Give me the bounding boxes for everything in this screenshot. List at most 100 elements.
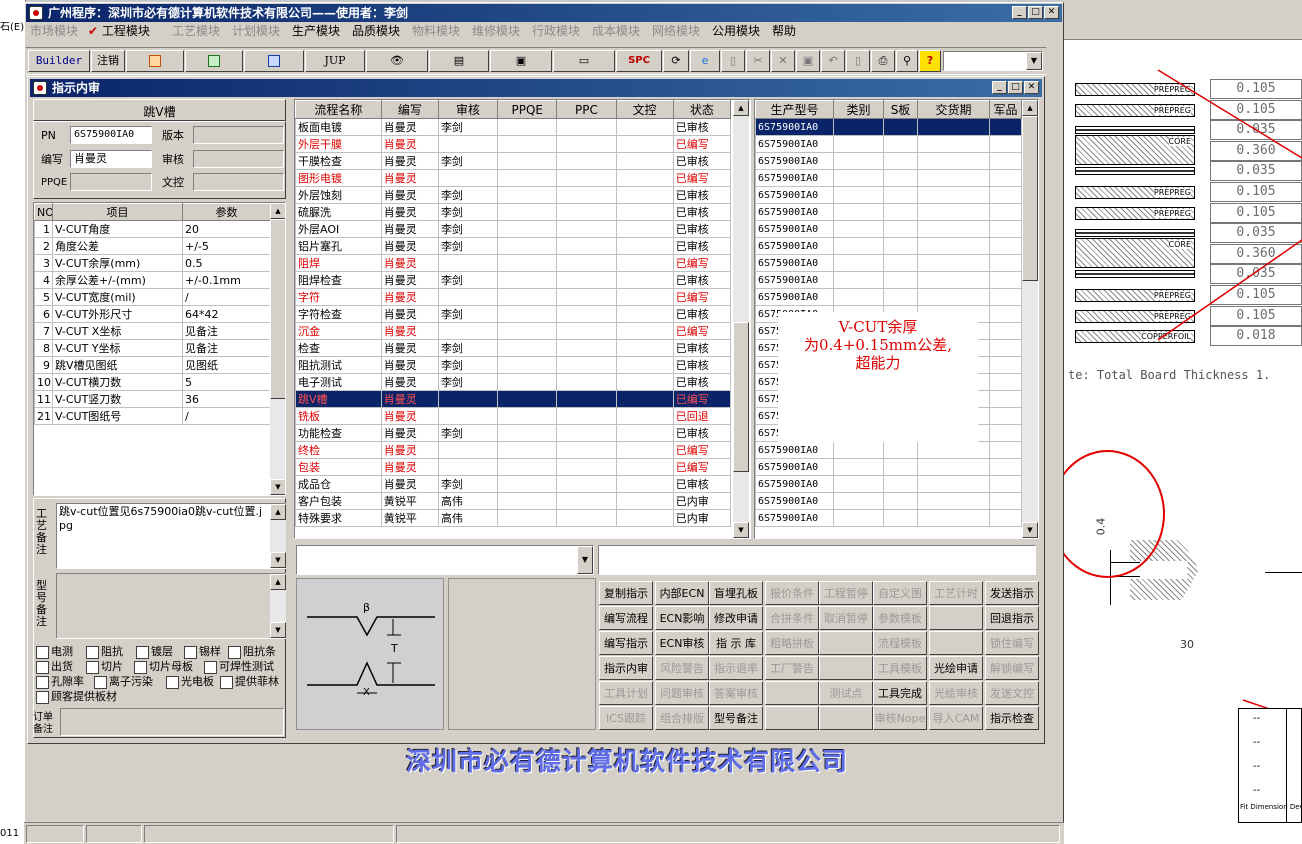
flow-row[interactable]: 外层AOI 肖曼灵 李剑 已审核 [295,220,732,238]
action-button[interactable]: 编写流程 [599,606,653,630]
menu-6[interactable]: 物料模块 [412,23,460,39]
find-icon[interactable]: ⚲ [896,50,918,72]
flow-row[interactable]: 铣板 肖曼灵 已回退 [295,407,732,425]
params-scrollbar[interactable]: ▲ ▼ [270,203,285,495]
cut-icon[interactable]: ✂ [746,50,770,72]
flow-row[interactable]: 字符 肖曼灵 已编写 [295,288,732,306]
model-row[interactable]: 6S75900IA0 [755,458,1022,476]
action-button[interactable]: 答案审核 [709,681,763,705]
flow-row[interactable]: 客户包装 黄锐平 高伟 已内审 [295,492,732,510]
menu-3[interactable]: 计划模块 [232,23,280,39]
param-row[interactable]: 21 V-CUT图纸号 / [34,407,271,425]
option-checkbox[interactable]: 离子污染 [94,675,153,689]
flow-combo[interactable]: ▼ [296,545,594,575]
action-button[interactable]: 工厂警告 [765,656,819,680]
chevron-down-icon[interactable]: ▼ [1026,52,1042,70]
delete-icon[interactable]: ✕ [771,50,795,72]
action-button[interactable]: 合拼条件 [765,606,819,630]
craft-note-field[interactable]: 跳v-cut位置见6s75900ia0跳v-cut位置.jpg ▲ ▼ [56,503,286,569]
undo-icon[interactable]: ↶ [821,50,845,72]
menu-11[interactable]: 公用模块 [712,23,760,39]
option-checkbox[interactable]: 电测 [36,645,73,659]
action-button[interactable]: 解锁编写 [985,656,1039,680]
child-minimize-button[interactable]: _ [992,81,1007,94]
action-button[interactable]: 指示退率 [709,656,763,680]
flow-row[interactable]: 电子测试 肖曼灵 李剑 已审核 [295,373,732,391]
flow-row[interactable]: 成品仓 肖曼灵 李剑 已审核 [295,475,732,493]
action-button[interactable] [819,656,873,680]
model-row[interactable]: 6S75900IA0 [755,220,1022,238]
model-row[interactable]: 6S75900IA0 [755,288,1022,306]
action-button[interactable]: ECN审核 [655,631,709,655]
param-row[interactable]: 2 角度公差 +/-5 [34,237,271,255]
ie-icon[interactable]: e [690,50,720,72]
flow-row[interactable]: 干膜检查 肖曼灵 李剑 已审核 [295,152,732,170]
model-row[interactable]: 6S75900IA0 [755,186,1022,204]
action-button[interactable]: 参数模板 [873,606,927,630]
word-icon[interactable] [244,50,304,72]
action-button[interactable]: 问题审核 [655,681,709,705]
maximize-button[interactable]: □ [1028,6,1043,19]
model-row[interactable]: 6S75900IA0 [755,237,1022,255]
flow-row[interactable]: 沉金 肖曼灵 已编写 [295,322,732,340]
order-note-field[interactable] [60,708,284,736]
menu-4[interactable]: 生产模块 [292,23,340,39]
spc-button[interactable]: SPC [616,50,662,72]
action-button[interactable] [819,631,873,655]
menu-5[interactable]: 品质模块 [352,23,400,39]
chevron-down-icon[interactable]: ▼ [577,546,593,574]
model-row[interactable]: 6S75900IA0 [755,492,1022,510]
action-button[interactable]: 光绘审核 [929,681,983,705]
model-row[interactable]: 6S75900IA0 [755,441,1022,459]
menu-2[interactable]: 工艺模块 [172,23,220,39]
flow-row[interactable]: 跳V槽 肖曼灵 已编写 [295,390,732,408]
model-row[interactable]: 6S75900IA0 [755,475,1022,493]
action-button[interactable]: 指示内审 [599,656,653,680]
scroll-up-icon[interactable]: ▲ [1022,100,1038,116]
print-icon[interactable]: ⎙ [871,50,895,72]
option-checkbox[interactable]: 锡样 [184,645,221,659]
model-row[interactable]: 6S75900IA0 [755,118,1022,136]
menu-1[interactable]: ✔ 工程模块 [88,23,150,39]
action-button[interactable] [819,706,873,730]
network-icon[interactable]: ▣ [490,50,552,72]
child-maximize-button[interactable]: □ [1008,81,1023,94]
review-field[interactable] [193,150,284,168]
builder-button[interactable]: Builder [28,50,90,72]
flow-row[interactable]: 包装 肖曼灵 已编写 [295,458,732,476]
action-button[interactable]: 工程暂停 [819,581,873,605]
action-button[interactable]: ECN影响 [655,606,709,630]
param-row[interactable]: 7 V-CUT X坐标 见备注 [34,322,271,340]
ppqe-field[interactable] [70,173,152,191]
option-checkbox[interactable]: 光电板 [166,675,214,689]
action-button[interactable]: 流程模板 [873,631,927,655]
flow-row[interactable]: 功能检查 肖曼灵 李剑 已审核 [295,424,732,442]
eye-icon[interactable]: 👁 [366,50,428,72]
scroll-up-icon[interactable]: ▲ [270,203,285,219]
action-button[interactable]: 风险警告 [655,656,709,680]
ppt-icon[interactable] [126,50,184,72]
action-button[interactable]: 自定义图 [873,581,927,605]
action-button[interactable]: 复制指示 [599,581,653,605]
param-row[interactable]: 3 V-CUT余厚(mm) 0.5 [34,254,271,272]
action-button[interactable]: 型号备注 [709,706,763,730]
action-button[interactable]: 组合排版 [655,706,709,730]
action-button[interactable]: 工具模板 [873,656,927,680]
action-button[interactable]: 报价条件 [765,581,819,605]
action-button[interactable]: 审核Nope [873,706,927,730]
action-button[interactable]: 发送指示 [985,581,1039,605]
child-close-button[interactable]: ✕ [1024,81,1039,94]
model-row[interactable]: 6S75900IA0 [755,271,1022,289]
action-button[interactable]: 锁住编写 [985,631,1039,655]
flow-row[interactable]: 阻焊 肖曼灵 已编写 [295,254,732,272]
menu-7[interactable]: 维修模块 [472,23,520,39]
option-checkbox[interactable]: 孔隙率 [36,675,84,689]
close-button[interactable]: ✕ [1044,6,1059,19]
menu-9[interactable]: 成本模块 [592,23,640,39]
minimize-button[interactable]: _ [1012,6,1027,19]
toolbar-combo[interactable]: ▼ [943,51,1043,71]
flow-row[interactable]: 终检 肖曼灵 已编写 [295,441,732,459]
action-button[interactable] [929,631,983,655]
action-button[interactable]: 指示检查 [985,706,1039,730]
option-checkbox[interactable]: 切片母板 [134,660,193,674]
